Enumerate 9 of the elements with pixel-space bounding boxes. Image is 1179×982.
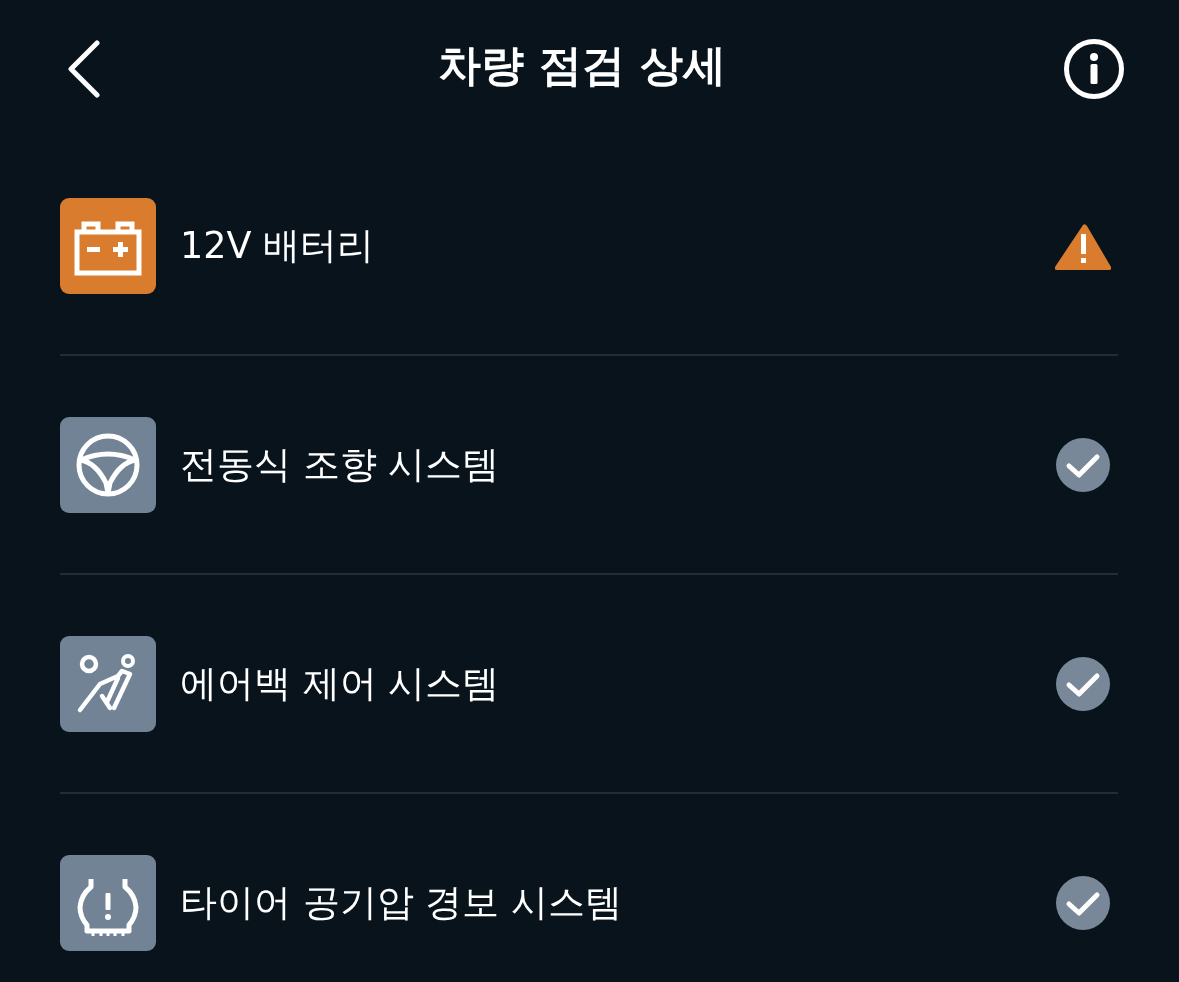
item-label: 12V 배터리: [180, 223, 376, 268]
back-button[interactable]: [66, 39, 100, 98]
item-label: 타이어 공기압 경보 시스템: [180, 881, 623, 925]
page-title: 차량 점검 상세: [438, 39, 726, 92]
info-icon: [1064, 38, 1124, 99]
chevron-left-icon: [66, 39, 100, 98]
item-label: 에어백 제어 시스템: [180, 661, 501, 706]
info-button[interactable]: [1064, 38, 1124, 99]
item-label: 전동식 조향 시스템: [180, 442, 501, 487]
